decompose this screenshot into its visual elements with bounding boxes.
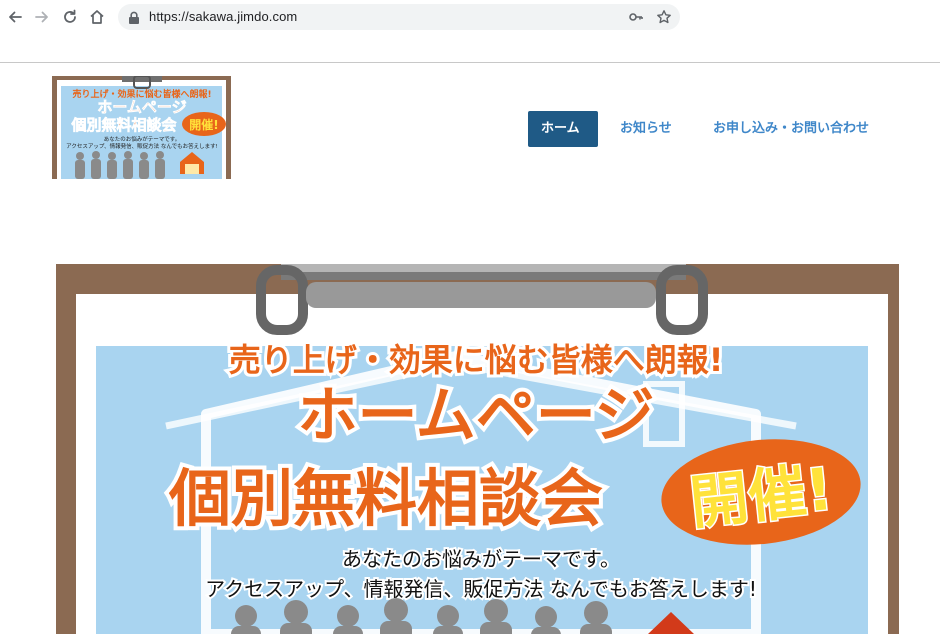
logo-line5: アクセスアップ、情報発信、販促方法 なんでもお答えします!: [66, 142, 218, 150]
site-logo[interactable]: 売り上げ・効果に悩む皆様へ朗報! ホームページ 個別無料相談会 開催! あなたの…: [52, 76, 231, 179]
logo-line4: あなたのお悩みがテーマです。: [104, 135, 180, 143]
hero-line1: 売り上げ・効果に悩む皆様へ朗報!: [229, 341, 724, 379]
forward-button[interactable]: [31, 6, 53, 28]
hero-banner: 売り上げ・効果に悩む皆様へ朗報! ホームページ 個別無料相談会 開催! あなたの…: [56, 264, 899, 634]
back-button[interactable]: [4, 6, 26, 28]
hero-line4: あなたのお悩みがテーマです。: [342, 547, 620, 571]
logo-badge: 開催!: [189, 117, 218, 132]
browser-toolbar: https://sakawa.jimdo.com: [0, 0, 940, 63]
hero-line5: アクセスアップ、情報発信、販促方法 なんでもお答えします!: [205, 577, 757, 601]
logo-line2: ホームページ: [97, 98, 186, 116]
arrow-right-icon: [35, 11, 48, 23]
reload-button[interactable]: [59, 6, 81, 28]
address-bar[interactable]: https://sakawa.jimdo.com: [118, 4, 680, 30]
hero-line2: ホームページ: [298, 381, 655, 451]
nav-item-home[interactable]: ホーム: [528, 111, 598, 147]
url-text: https://sakawa.jimdo.com: [149, 9, 298, 24]
home-icon: [90, 10, 104, 24]
arrow-left-icon: [9, 11, 22, 23]
key-icon[interactable]: [628, 9, 644, 29]
site-header: 売り上げ・効果に悩む皆様へ朗報! ホームページ 個別無料相談会 開催! あなたの…: [0, 63, 940, 213]
bookmark-star-icon[interactable]: [656, 9, 672, 29]
home-button[interactable]: [86, 6, 108, 28]
lock-icon: [128, 10, 140, 29]
hero-line3: 個別無料相談会: [168, 462, 603, 535]
nav-item-contact[interactable]: お申し込み・お問い合わせ: [713, 111, 869, 147]
logo-line3: 個別無料相談会: [70, 116, 176, 134]
nav-item-news[interactable]: お知らせ: [620, 111, 672, 147]
reload-icon: [64, 9, 76, 23]
